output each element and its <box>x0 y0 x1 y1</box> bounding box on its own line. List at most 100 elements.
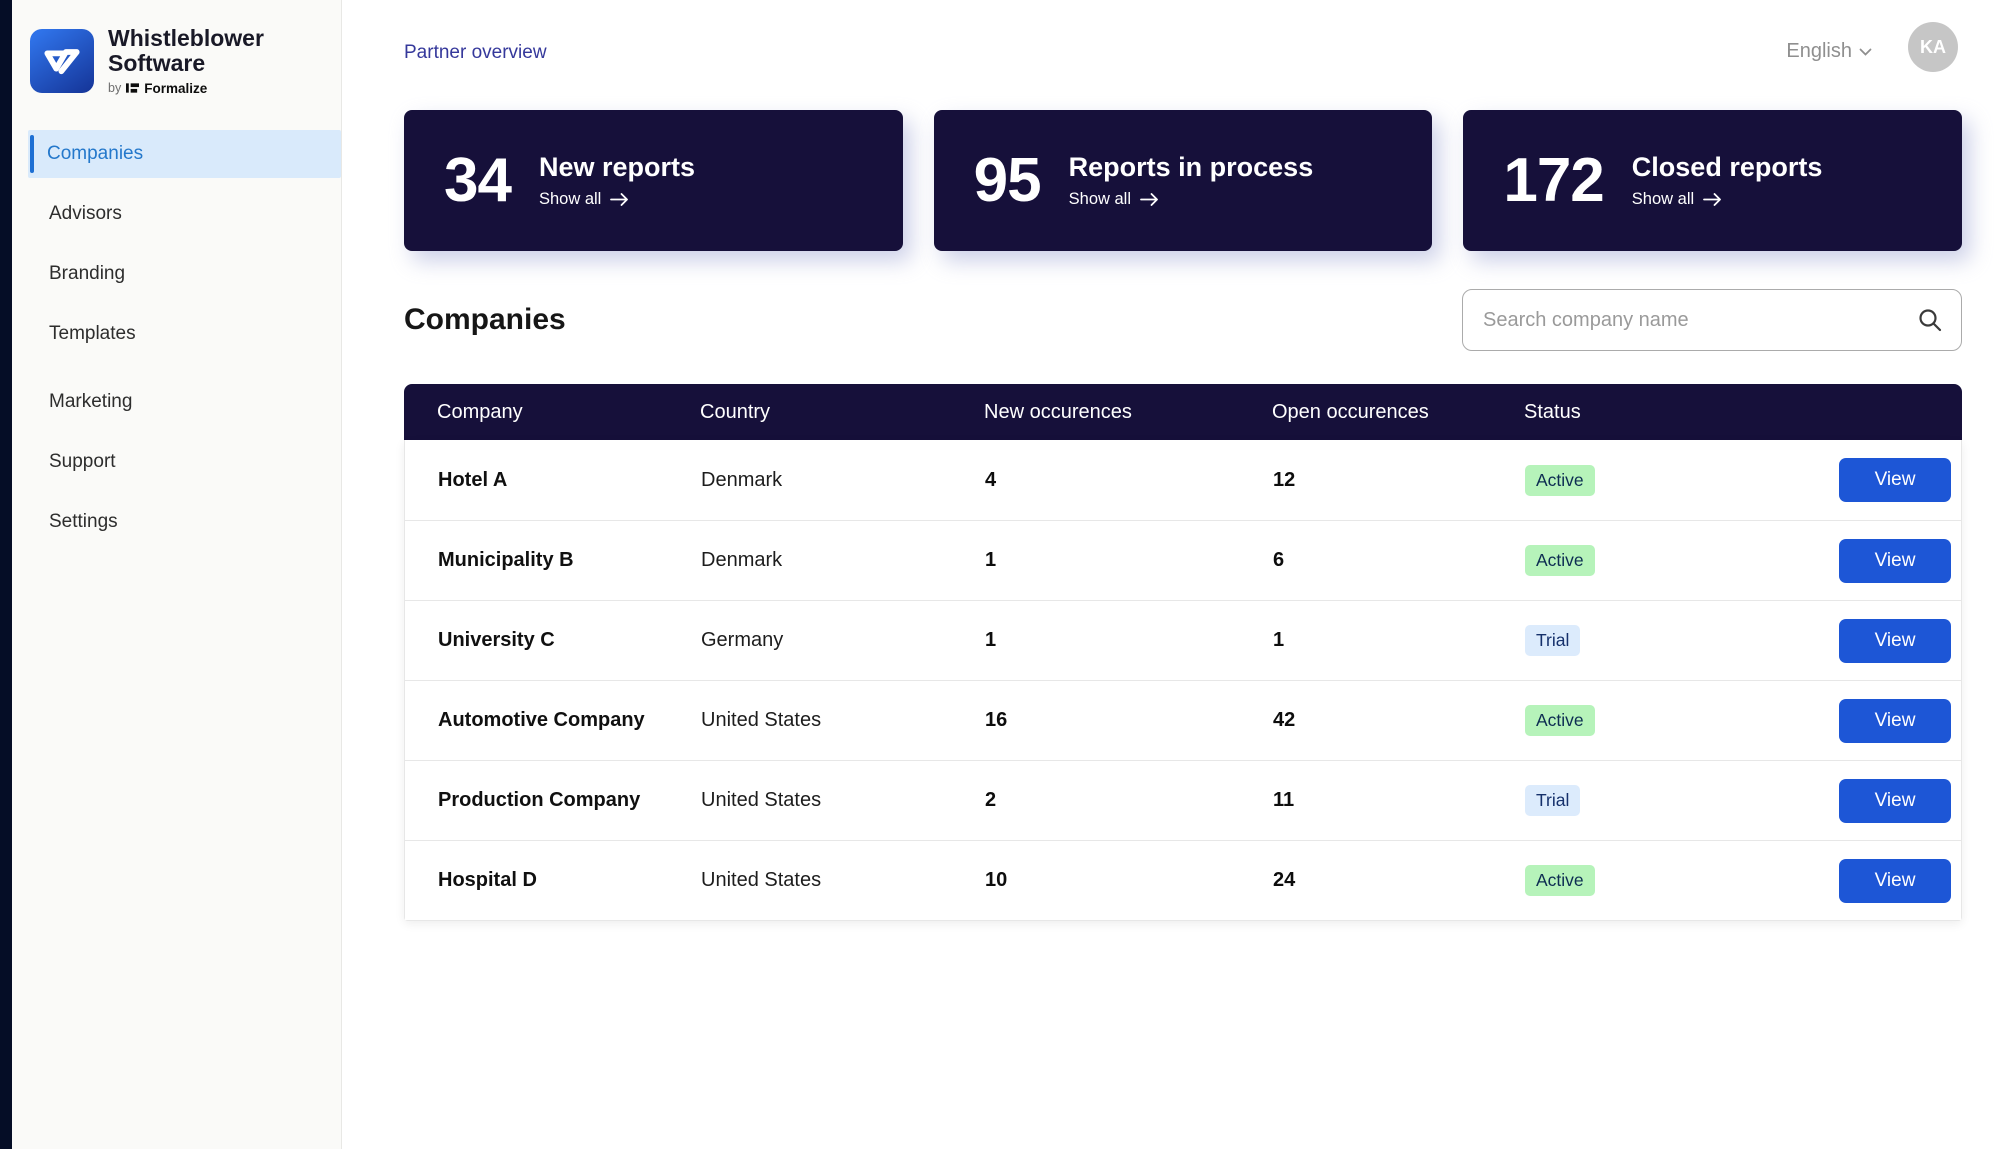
column-header-open-occurrences: Open occurences <box>1272 400 1429 423</box>
cell-company: Automotive Company <box>438 709 645 731</box>
sidebar-item-label: Settings <box>49 510 118 532</box>
sidebar-item-settings[interactable]: Settings <box>12 498 341 546</box>
stat-card-closed-reports[interactable]: 172 Closed reports Show all <box>1463 110 1963 251</box>
breadcrumb[interactable]: Partner overview <box>404 42 547 64</box>
brand-logo: Whistleblower Software by Formalize <box>12 0 341 114</box>
brand-name-line1: Whistleblower <box>108 25 264 51</box>
sidebar-item-branding[interactable]: Branding <box>12 250 341 298</box>
cell-country: Denmark <box>701 549 783 571</box>
show-all-label: Show all <box>1068 189 1132 208</box>
sidebar-nav: Companies Advisors Branding Templates Ma… <box>12 129 341 546</box>
view-button[interactable]: View <box>1839 458 1951 502</box>
stat-value: 95 <box>973 146 1042 215</box>
arrow-right-icon <box>1703 192 1722 206</box>
avatar[interactable]: KA <box>1908 22 1958 72</box>
search-icon[interactable] <box>1917 307 1943 333</box>
status-badge: Active <box>1525 705 1595 736</box>
sidebar: Whistleblower Software by Formalize Comp… <box>12 0 342 1149</box>
byline-brand: Formalize <box>144 80 208 96</box>
whistleblower-logo-icon <box>30 28 94 93</box>
search-input[interactable] <box>1462 289 1962 351</box>
table-row: Municipality B Denmark 1 6 Active View <box>405 520 1961 600</box>
table-body: Hotel A Denmark 4 12 Active View Municip… <box>404 440 1962 921</box>
stat-texts: Closed reports Show all <box>1632 152 1823 208</box>
cell-new-occurrences: 16 <box>985 709 1008 731</box>
stat-value: 34 <box>444 146 512 215</box>
cell-new-occurrences: 4 <box>985 468 997 491</box>
cell-open-occurrences: 42 <box>1273 709 1296 731</box>
language-selector[interactable]: English <box>1786 40 1872 63</box>
show-all-link[interactable]: Show all <box>539 190 695 209</box>
table-row: Hotel A Denmark 4 12 Active View <box>405 440 1961 520</box>
cell-company: Production Company <box>438 789 641 811</box>
stat-cards: 34 New reports Show all 95 Reports in pr… <box>404 110 1963 251</box>
cell-open-occurrences: 1 <box>1273 629 1285 651</box>
cell-open-occurrences: 11 <box>1273 789 1295 811</box>
stat-card-reports-in-process[interactable]: 95 Reports in process Show all <box>933 110 1433 251</box>
cell-new-occurrences: 2 <box>985 789 997 811</box>
status-badge: Trial <box>1525 785 1581 816</box>
page-title: Companies <box>404 303 566 336</box>
table-row: Production Company United States 2 11 Tr… <box>405 760 1961 840</box>
language-label: English <box>1786 40 1852 62</box>
sidebar-item-label: Branding <box>49 262 126 284</box>
cell-new-occurrences: 1 <box>985 549 997 571</box>
company-search <box>1462 289 1962 351</box>
table-row: Automotive Company United States 16 42 A… <box>405 680 1961 760</box>
companies-table: Company Country New occurences Open occu… <box>404 384 1962 921</box>
show-all-link[interactable]: Show all <box>1632 190 1823 209</box>
cell-open-occurrences: 12 <box>1273 468 1296 491</box>
column-header-new-occurrences: New occurences <box>984 400 1132 423</box>
byline-prefix: by <box>108 81 122 96</box>
sidebar-item-label: Templates <box>49 322 136 344</box>
cell-company: University C <box>438 629 555 651</box>
left-edge-strip <box>0 0 12 1149</box>
stat-label: New reports <box>538 152 696 183</box>
view-button[interactable]: View <box>1839 698 1951 743</box>
sidebar-item-label: Companies <box>47 142 144 164</box>
cell-country: United States <box>701 869 822 891</box>
brand-text: Whistleblower Software by Formalize <box>108 25 264 96</box>
status-badge: Trial <box>1525 625 1581 656</box>
brand-name-line2: Software <box>108 50 206 77</box>
brand-byline: by Formalize <box>108 81 264 96</box>
stat-value: 172 <box>1503 146 1604 215</box>
sidebar-item-advisors[interactable]: Advisors <box>12 190 341 238</box>
stat-texts: Reports in process Show all <box>1069 152 1314 208</box>
avatar-initials: KA <box>1920 36 1946 57</box>
cell-country: United States <box>701 709 822 731</box>
companies-section-header: Companies <box>404 289 1962 351</box>
cell-country: United States <box>701 789 822 811</box>
view-button[interactable]: View <box>1839 778 1951 823</box>
main-content: Partner overview English KA 34 New repor… <box>343 0 2000 1149</box>
view-button[interactable]: View <box>1839 858 1951 903</box>
cell-new-occurrences: 1 <box>985 629 997 651</box>
show-all-label: Show all <box>538 189 602 208</box>
column-header-company: Company <box>437 400 523 423</box>
show-all-link[interactable]: Show all <box>1069 190 1314 209</box>
sidebar-item-marketing[interactable]: Marketing <box>12 378 341 426</box>
status-badge: Active <box>1525 464 1595 496</box>
sidebar-item-label: Advisors <box>49 202 122 224</box>
cell-country: Denmark <box>701 468 783 491</box>
table-row: Hospital D United States 10 24 Active Vi… <box>405 840 1961 920</box>
cell-open-occurrences: 6 <box>1273 549 1285 571</box>
stat-label: Closed reports <box>1631 152 1823 183</box>
sidebar-item-templates[interactable]: Templates <box>12 310 341 358</box>
status-badge: Active <box>1525 545 1595 576</box>
view-button[interactable]: View <box>1839 618 1951 663</box>
active-indicator-bar <box>30 134 34 173</box>
cell-company: Municipality B <box>438 549 574 571</box>
view-button[interactable]: View <box>1839 538 1951 583</box>
sidebar-item-companies[interactable]: Companies <box>28 129 341 178</box>
table-header-row: Company Country New occurences Open occu… <box>404 384 1962 440</box>
cell-company: Hospital D <box>438 869 537 891</box>
table-row: University C Germany 1 1 Trial View <box>405 600 1961 680</box>
sidebar-item-support[interactable]: Support <box>12 438 341 486</box>
arrow-right-icon <box>1140 192 1159 206</box>
status-badge: Active <box>1525 865 1595 896</box>
column-header-status: Status <box>1524 400 1581 423</box>
show-all-label: Show all <box>1631 189 1695 208</box>
chevron-down-icon <box>1859 48 1872 56</box>
stat-card-new-reports[interactable]: 34 New reports Show all <box>404 110 903 251</box>
